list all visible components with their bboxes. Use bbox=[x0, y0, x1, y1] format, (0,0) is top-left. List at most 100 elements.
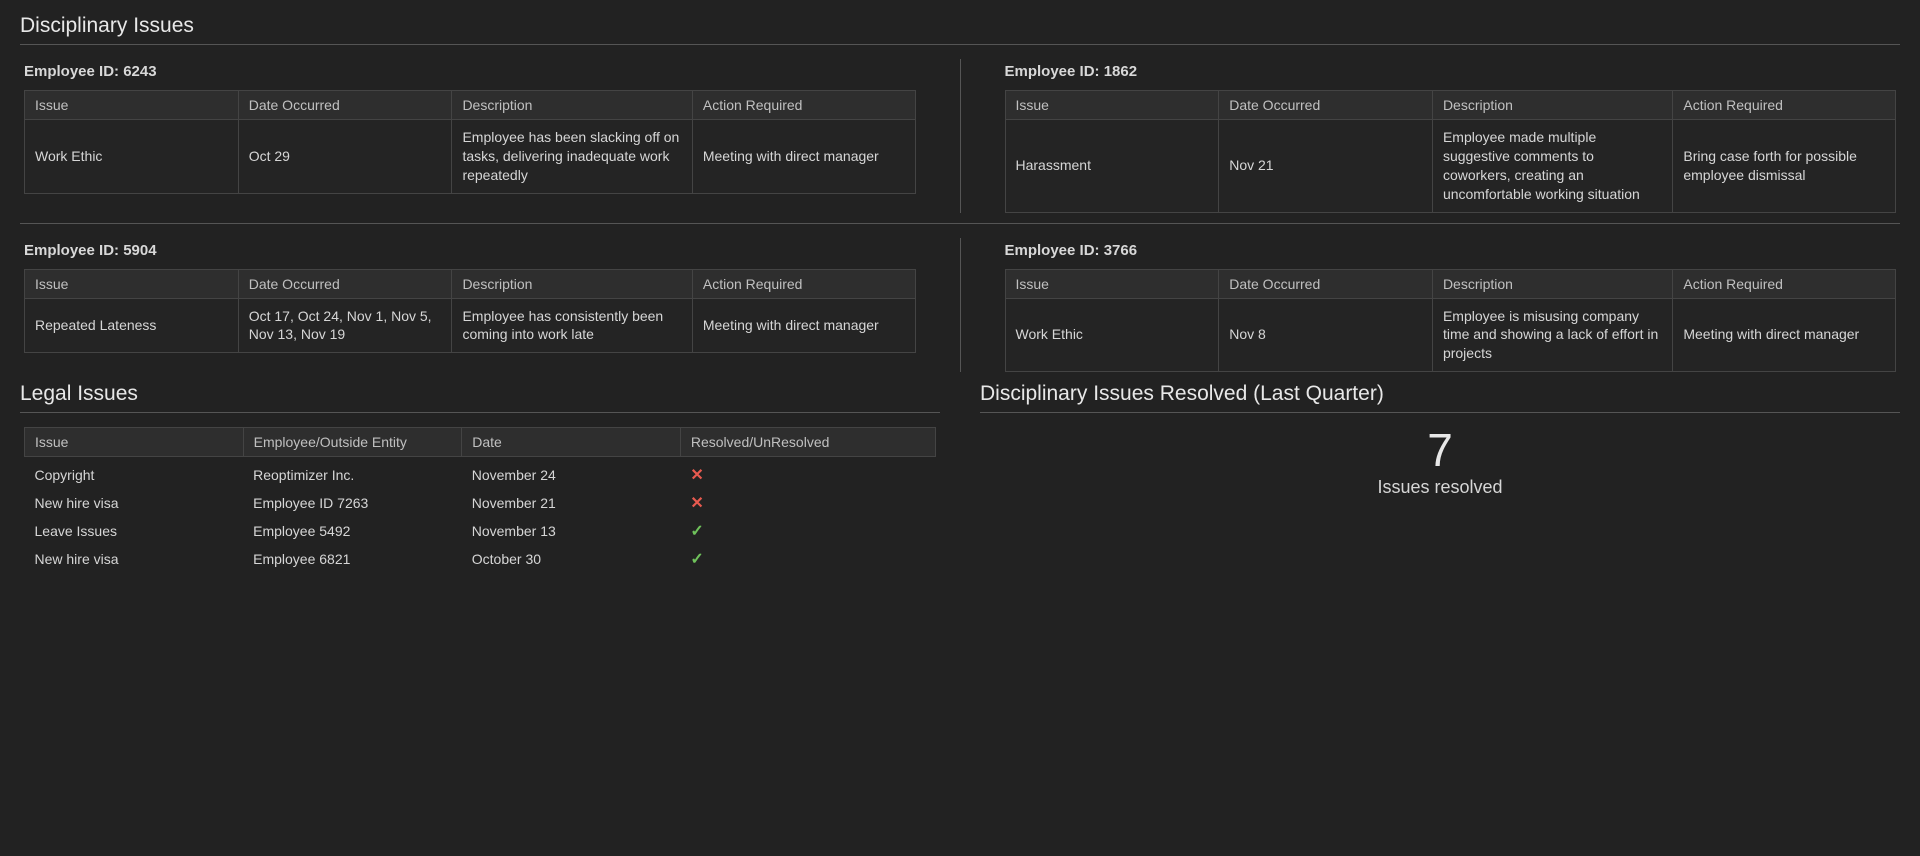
table-header-row: Issue Date Occurred Description Action R… bbox=[25, 91, 916, 120]
col-date: Date Occurred bbox=[1219, 91, 1433, 120]
x-icon: ✕ bbox=[690, 467, 703, 484]
disciplinary-row-2: Employee ID: 5904 Issue Date Occurred De… bbox=[20, 238, 1900, 373]
col-desc: Description bbox=[452, 91, 692, 120]
table-header-row: Issue Employee/Outside Entity Date Resol… bbox=[25, 428, 936, 457]
cell-desc: Employee made multiple suggestive commen… bbox=[1432, 120, 1672, 213]
legal-table: Issue Employee/Outside Entity Date Resol… bbox=[24, 427, 936, 573]
cell-date: Oct 17, Oct 24, Nov 1, Nov 5, Nov 13, No… bbox=[238, 298, 452, 353]
employee-card: Employee ID: 1862 Issue Date Occurred De… bbox=[1001, 59, 1901, 213]
cell-legal-date: November 24 bbox=[462, 457, 681, 490]
cell-legal-status: ✓ bbox=[680, 517, 935, 545]
cell-issue: Work Ethic bbox=[1005, 298, 1219, 372]
col-issue: Issue bbox=[25, 269, 239, 298]
row-divider bbox=[20, 223, 1900, 224]
check-icon: ✓ bbox=[690, 551, 703, 568]
table-row: Harassment Nov 21 Employee made multiple… bbox=[1005, 120, 1896, 213]
emp-id-prefix: Employee ID: bbox=[24, 63, 119, 80]
table-row: CopyrightReoptimizer Inc.November 24 ✕ bbox=[25, 457, 936, 490]
cell-date: Nov 21 bbox=[1219, 120, 1433, 213]
col-action: Action Required bbox=[1673, 91, 1896, 120]
emp-id-value: 6243 bbox=[123, 63, 156, 80]
legal-panel: Legal Issues Issue Employee/Outside Enti… bbox=[20, 382, 940, 573]
col-action: Action Required bbox=[692, 269, 915, 298]
col-issue: Issue bbox=[1005, 269, 1219, 298]
col-desc: Description bbox=[452, 269, 692, 298]
table-row: New hire visaEmployee 6821October 30 ✓ bbox=[25, 545, 936, 573]
col-legal-date: Date bbox=[462, 428, 681, 457]
cell-desc: Employee is misusing company time and sh… bbox=[1432, 298, 1672, 372]
cell-desc: Employee has been slacking off on tasks,… bbox=[452, 120, 692, 194]
divider bbox=[20, 44, 1900, 45]
emp-id-prefix: Employee ID: bbox=[1005, 63, 1100, 80]
resolved-label: Issues resolved bbox=[980, 477, 1900, 498]
disciplinary-table: Issue Date Occurred Description Action R… bbox=[1005, 269, 1897, 373]
table-row: Leave IssuesEmployee 5492November 13 ✓ bbox=[25, 517, 936, 545]
emp-id-value: 1862 bbox=[1104, 63, 1137, 80]
cell-desc: Employee has consistently been coming in… bbox=[452, 298, 692, 353]
cell-legal-issue: New hire visa bbox=[25, 545, 244, 573]
resolved-title: Disciplinary Issues Resolved (Last Quart… bbox=[980, 382, 1900, 406]
disciplinary-table: Issue Date Occurred Description Action R… bbox=[1005, 90, 1897, 213]
col-date: Date Occurred bbox=[238, 269, 452, 298]
cell-legal-issue: Leave Issues bbox=[25, 517, 244, 545]
cell-issue: Work Ethic bbox=[25, 120, 239, 194]
employee-card: Employee ID: 6243 Issue Date Occurred De… bbox=[20, 59, 920, 213]
cell-legal-status: ✕ bbox=[680, 457, 935, 490]
table-header-row: Issue Date Occurred Description Action R… bbox=[25, 269, 916, 298]
emp-id-value: 5904 bbox=[123, 242, 156, 259]
col-desc: Description bbox=[1432, 91, 1672, 120]
col-action: Action Required bbox=[1673, 269, 1896, 298]
cell-legal-date: November 21 bbox=[462, 489, 681, 517]
col-date: Date Occurred bbox=[1219, 269, 1433, 298]
cell-action: Meeting with direct manager bbox=[692, 120, 915, 194]
emp-id-value: 3766 bbox=[1104, 242, 1137, 259]
table-row: Work Ethic Oct 29 Employee has been slac… bbox=[25, 120, 916, 194]
col-legal-issue: Issue bbox=[25, 428, 244, 457]
employee-id-label: Employee ID: 1862 bbox=[1005, 63, 1897, 80]
employee-id-label: Employee ID: 5904 bbox=[24, 242, 916, 259]
emp-id-prefix: Employee ID: bbox=[1005, 242, 1100, 259]
col-legal-entity: Employee/Outside Entity bbox=[243, 428, 462, 457]
disciplinary-row-1: Employee ID: 6243 Issue Date Occurred De… bbox=[20, 59, 1900, 213]
disciplinary-table: Issue Date Occurred Description Action R… bbox=[24, 90, 916, 194]
employee-card: Employee ID: 3766 Issue Date Occurred De… bbox=[1001, 238, 1901, 373]
employee-id-label: Employee ID: 3766 bbox=[1005, 242, 1897, 259]
emp-id-prefix: Employee ID: bbox=[24, 242, 119, 259]
employee-card: Employee ID: 5904 Issue Date Occurred De… bbox=[20, 238, 920, 373]
cell-legal-status: ✓ bbox=[680, 545, 935, 573]
table-header-row: Issue Date Occurred Description Action R… bbox=[1005, 269, 1896, 298]
legal-title: Legal Issues bbox=[20, 382, 940, 406]
cell-legal-status: ✕ bbox=[680, 489, 935, 517]
table-row: Work Ethic Nov 8 Employee is misusing co… bbox=[1005, 298, 1896, 372]
cell-date: Oct 29 bbox=[238, 120, 452, 194]
cell-legal-date: October 30 bbox=[462, 545, 681, 573]
vertical-divider bbox=[960, 238, 961, 373]
col-issue: Issue bbox=[1005, 91, 1219, 120]
cell-action: Meeting with direct manager bbox=[1673, 298, 1896, 372]
cell-issue: Repeated Lateness bbox=[25, 298, 239, 353]
cell-legal-entity: Reoptimizer Inc. bbox=[243, 457, 462, 490]
cell-action: Bring case forth for possible employee d… bbox=[1673, 120, 1896, 213]
employee-id-label: Employee ID: 6243 bbox=[24, 63, 916, 80]
x-icon: ✕ bbox=[690, 495, 703, 512]
cell-legal-date: November 13 bbox=[462, 517, 681, 545]
col-action: Action Required bbox=[692, 91, 915, 120]
divider bbox=[980, 412, 1900, 413]
divider bbox=[20, 412, 940, 413]
cell-legal-entity: Employee 6821 bbox=[243, 545, 462, 573]
table-header-row: Issue Date Occurred Description Action R… bbox=[1005, 91, 1896, 120]
check-icon: ✓ bbox=[690, 523, 703, 540]
cell-issue: Harassment bbox=[1005, 120, 1219, 213]
cell-legal-issue: New hire visa bbox=[25, 489, 244, 517]
col-legal-status: Resolved/UnResolved bbox=[680, 428, 935, 457]
cell-legal-entity: Employee 5492 bbox=[243, 517, 462, 545]
vertical-divider bbox=[960, 59, 961, 213]
col-desc: Description bbox=[1432, 269, 1672, 298]
disciplinary-table: Issue Date Occurred Description Action R… bbox=[24, 269, 916, 354]
cell-legal-issue: Copyright bbox=[25, 457, 244, 490]
disciplinary-title: Disciplinary Issues bbox=[20, 14, 1900, 38]
table-row: Repeated Lateness Oct 17, Oct 24, Nov 1,… bbox=[25, 298, 916, 353]
resolved-panel: Disciplinary Issues Resolved (Last Quart… bbox=[980, 382, 1900, 573]
cell-date: Nov 8 bbox=[1219, 298, 1433, 372]
col-issue: Issue bbox=[25, 91, 239, 120]
